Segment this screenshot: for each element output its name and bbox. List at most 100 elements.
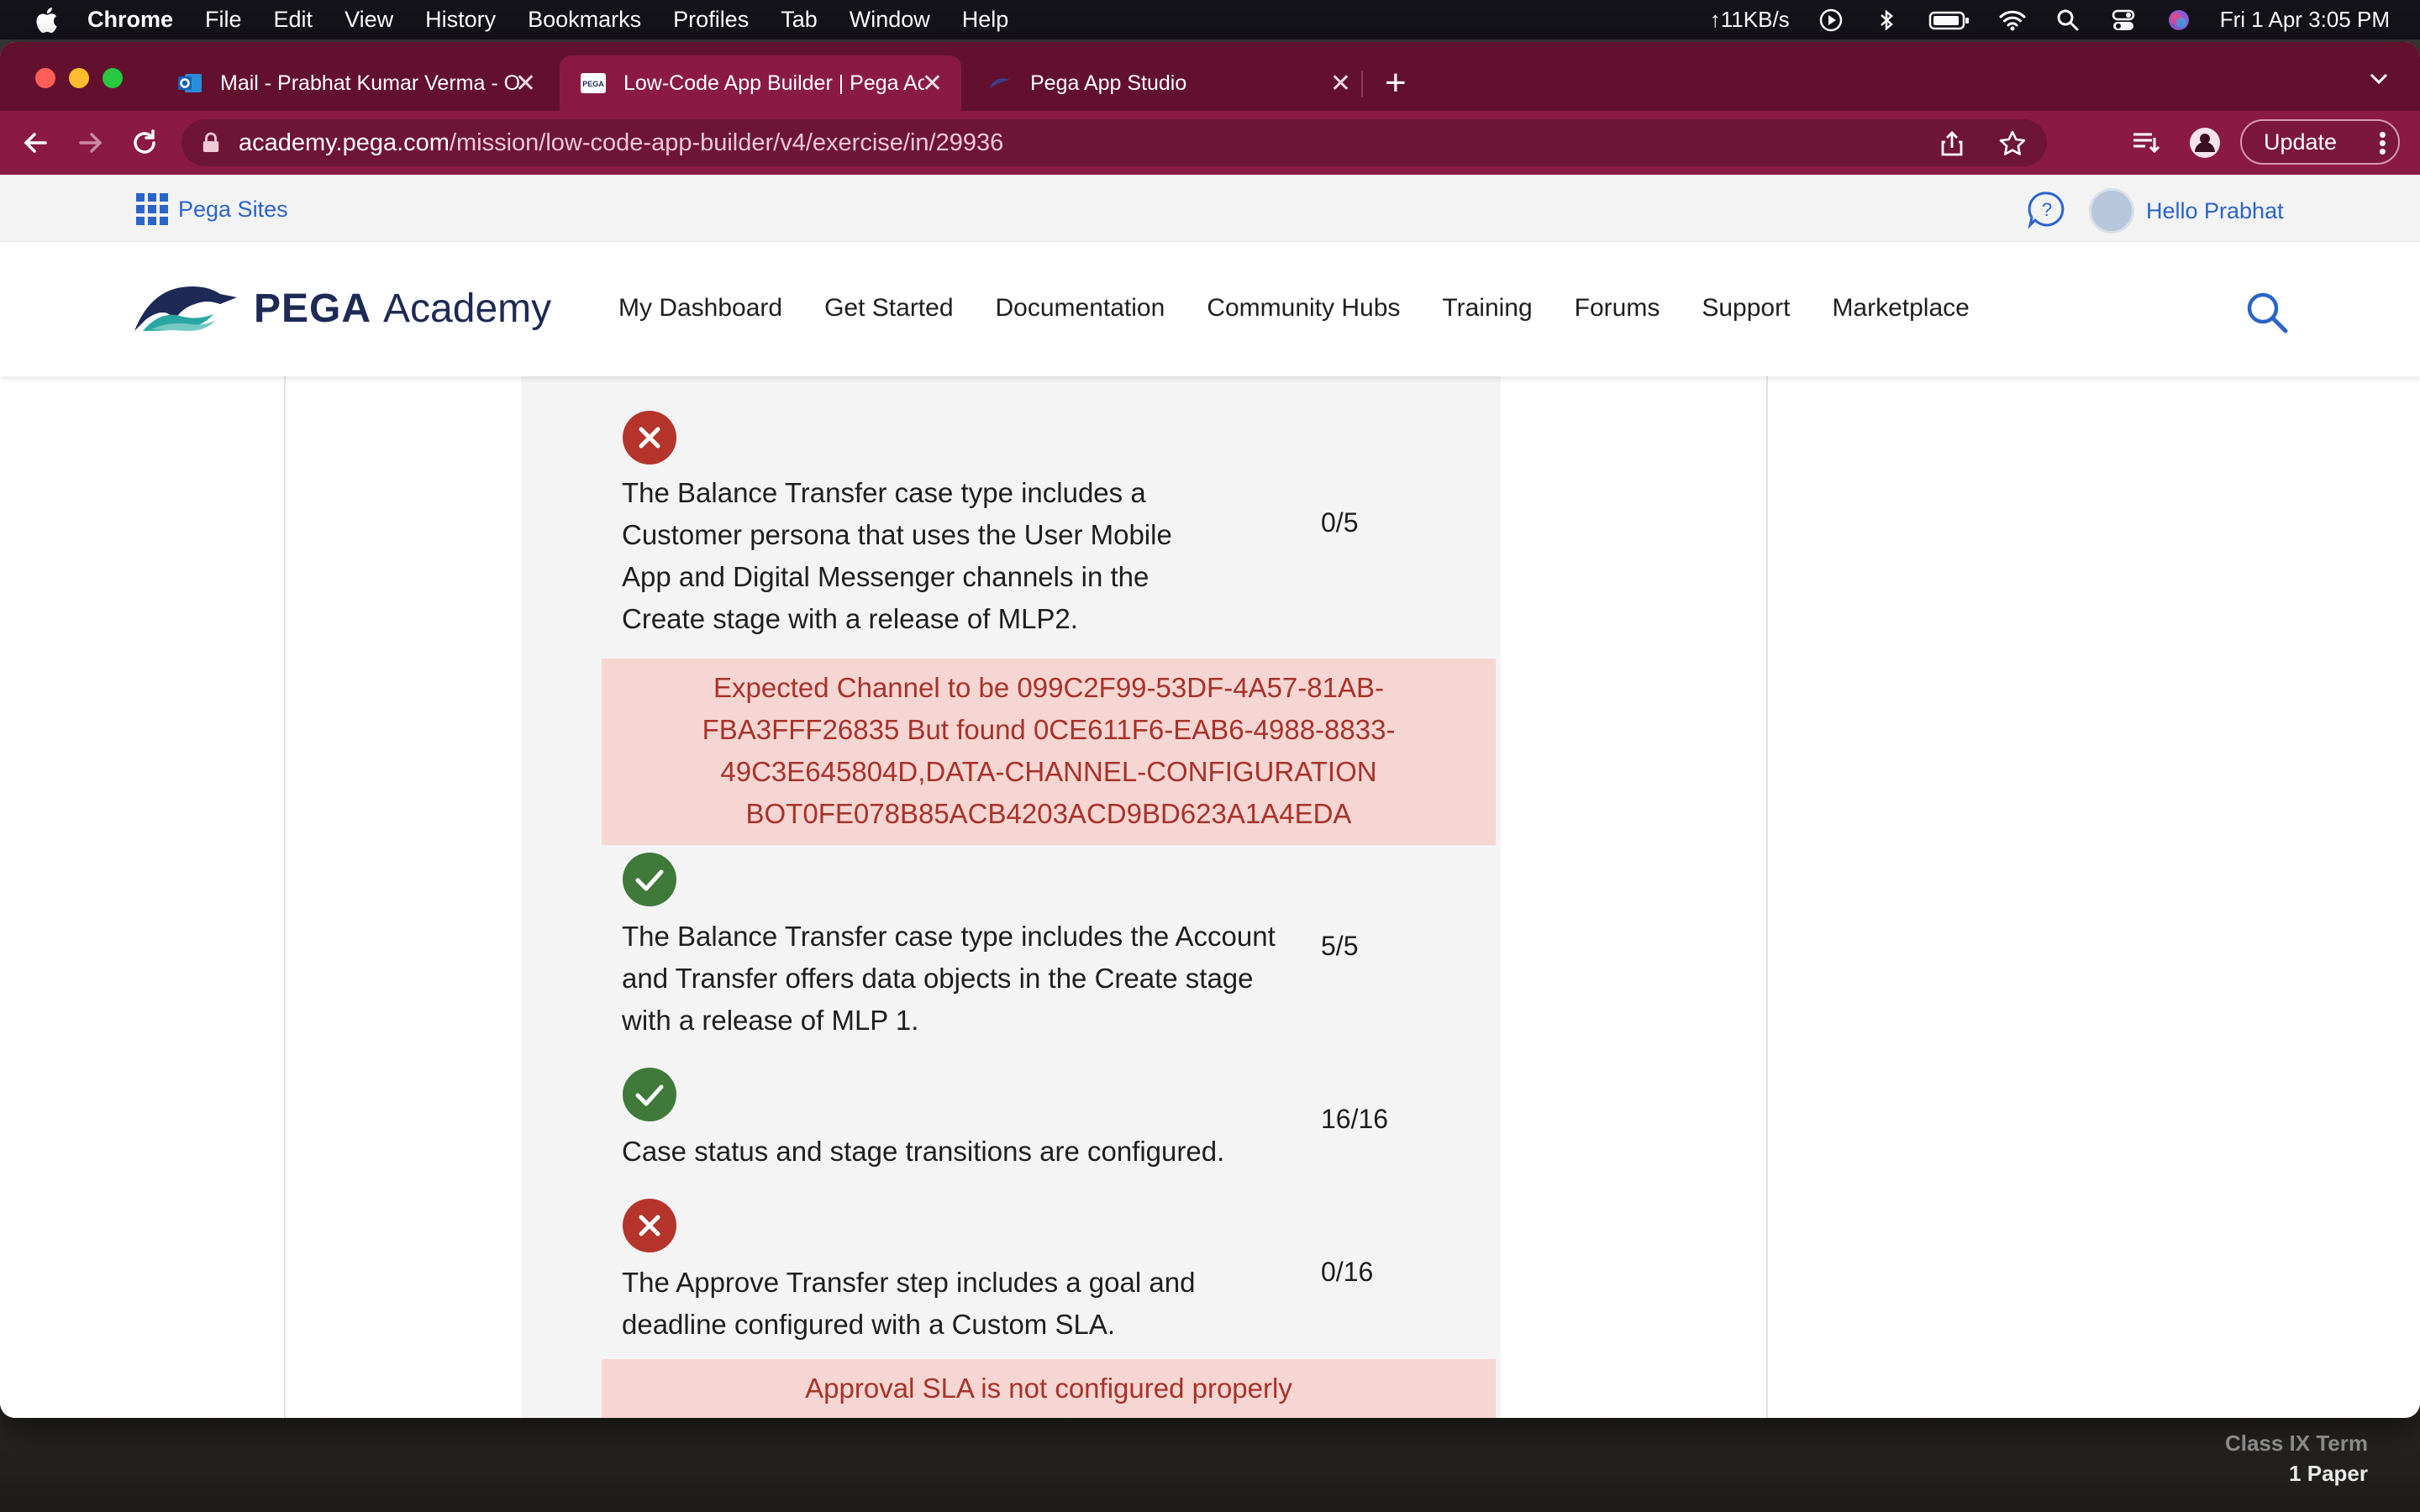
logo-pega-text: PEGA	[254, 286, 372, 331]
address-bar[interactable]: academy.pega.com/mission/low-code-app-bu…	[182, 119, 2047, 166]
network-speed: ↑11KB/s	[1709, 7, 1790, 32]
menubar-status-area: ↑11KB/s Fri 1 Apr 3:05 PM	[1710, 0, 2390, 39]
user-menu[interactable]: Hello Prabhat	[2089, 188, 2284, 234]
apple-menu-icon[interactable]	[34, 7, 59, 34]
pega-sites-link[interactable]: Pega Sites	[134, 192, 288, 227]
bluetooth-icon[interactable]	[1872, 8, 1901, 33]
hello-user-label: Hello Prabhat	[2146, 197, 2284, 223]
tab-title: Pega App Studio	[1030, 71, 1187, 95]
lock-icon[interactable]	[202, 132, 220, 154]
svg-text:PEGA: PEGA	[582, 80, 604, 88]
pass-check-icon	[623, 1068, 676, 1121]
url-text[interactable]: academy.pega.com/mission/low-code-app-bu…	[239, 129, 1003, 157]
menu-help[interactable]: Help	[962, 7, 1009, 33]
reload-icon[interactable]	[129, 128, 160, 158]
date-time[interactable]: Fri 1 Apr 3:05 PM	[2220, 7, 2390, 33]
nav-marketplace[interactable]: Marketplace	[1832, 294, 1969, 323]
nav-community-hubs[interactable]: Community Hubs	[1207, 294, 1400, 323]
menu-tab[interactable]: Tab	[781, 7, 818, 33]
tab-low-code-app-builder[interactable]: PEGA Low-Code App Builder | Pega Academy…	[560, 55, 961, 111]
menu-view[interactable]: View	[345, 7, 393, 33]
pega-utility-bar: Pega Sites ? Hello Prabhat	[0, 175, 2420, 242]
result-description: The Balance Transfer case type includes …	[622, 477, 1172, 634]
macos-menu-bar: Chrome File Edit View History Bookmarks …	[0, 0, 2420, 39]
pega-favicon-icon: PEGA	[581, 73, 606, 93]
error-message: Approval SLA is not configured properly	[602, 1359, 1496, 1418]
reading-list-icon[interactable]	[2129, 126, 2163, 160]
result-score: 16/16	[1321, 1104, 1389, 1134]
update-label: Update	[2264, 129, 2338, 155]
outlook-icon	[178, 74, 202, 92]
menu-chrome[interactable]: Chrome	[87, 7, 173, 33]
svg-text:?: ?	[2042, 199, 2052, 220]
fail-x-icon	[623, 411, 676, 465]
pass-check-icon	[623, 853, 676, 906]
menu-bookmarks[interactable]: Bookmarks	[528, 7, 641, 33]
fail-x-icon	[623, 1199, 676, 1252]
kebab-menu-icon[interactable]: • • •	[2379, 123, 2386, 162]
battery-icon[interactable]	[1928, 8, 1971, 33]
tab-pega-app-studio[interactable]: Pega App Studio ✕	[966, 55, 1370, 111]
nav-support[interactable]: Support	[1702, 294, 1790, 323]
main-navigation: My Dashboard Get Started Documentation C…	[618, 294, 1970, 323]
url-path: /mission/low-code-app-builder/v4/exercis…	[449, 129, 1004, 156]
result-score: 5/5	[1321, 931, 1359, 961]
nav-forums[interactable]: Forums	[1575, 294, 1660, 323]
avatar	[2089, 188, 2134, 234]
tab-strip: Mail - Prabhat Kumar Verma - Outlook ✕ P…	[0, 42, 2420, 111]
tab-search-chevron-icon[interactable]	[2368, 67, 2390, 89]
nav-get-started[interactable]: Get Started	[824, 294, 953, 323]
menu-history[interactable]: History	[425, 7, 496, 33]
menu-file[interactable]: File	[205, 7, 242, 33]
desktop-file-label[interactable]: Class IX Term 1 Paper	[2225, 1428, 2368, 1488]
result-description: The Balance Transfer case type includes …	[622, 921, 1276, 1036]
menu-window[interactable]: Window	[850, 7, 930, 33]
desktop-file-label-line1: Class IX Term	[2224, 1431, 2368, 1456]
error-message: Expected Channel to be 099C2F99-53DF-4A5…	[602, 659, 1496, 845]
result-score: 0/16	[1321, 1257, 1374, 1287]
help-icon[interactable]: ?	[2027, 190, 2067, 230]
play-icon[interactable]	[1817, 8, 1845, 33]
results-panel: The Balance Transfer case type includes …	[521, 376, 1501, 1418]
menu-edit[interactable]: Edit	[274, 7, 313, 33]
page-viewport: Pega Sites ? Hello Prabhat PEGA Academy …	[0, 175, 2420, 1418]
toolbar-extensions	[2129, 126, 2222, 160]
result-score: 0/5	[1321, 507, 1359, 538]
search-icon[interactable]	[2244, 289, 2291, 336]
desktop-file-label-line2: 1 Paper	[2289, 1461, 2368, 1486]
nav-documentation[interactable]: Documentation	[996, 294, 1165, 323]
wifi-icon[interactable]	[1998, 8, 2027, 33]
tab-title: Low-Code App Builder | Pega Academy	[623, 71, 924, 95]
close-tab-icon[interactable]: ✕	[922, 69, 943, 98]
pega-academy-logo[interactable]: PEGA Academy	[133, 282, 551, 334]
spotlight-search-icon[interactable]	[2054, 8, 2082, 33]
zoom-window-button[interactable]	[103, 68, 123, 88]
update-button[interactable]: Update • • •	[2240, 119, 2400, 165]
pega-logo-icon	[134, 286, 237, 331]
browser-toolbar: academy.pega.com/mission/low-code-app-bu…	[0, 111, 2420, 175]
forward-arrow-icon[interactable]	[76, 128, 106, 158]
bookmark-star-icon[interactable]	[1998, 129, 2027, 158]
share-icon[interactable]	[1938, 129, 1966, 158]
siri-icon[interactable]	[2165, 8, 2193, 33]
minimize-window-button[interactable]	[69, 68, 89, 88]
menu-profiles[interactable]: Profiles	[673, 7, 749, 33]
nav-my-dashboard[interactable]: My Dashboard	[618, 294, 782, 323]
omnibox-actions	[1938, 129, 2027, 158]
control-center-icon[interactable]	[2109, 8, 2138, 33]
url-domain: academy.pega.com	[239, 129, 450, 156]
tab-title: Mail - Prabhat Kumar Verma - Outlook	[220, 71, 519, 95]
app-studio-favicon-icon	[990, 78, 1010, 88]
result-description: Case status and stage transitions are co…	[622, 1136, 1225, 1167]
profile-avatar-icon[interactable]	[2188, 126, 2222, 160]
exercise-content: The Balance Transfer case type includes …	[284, 376, 1768, 1418]
back-arrow-icon[interactable]	[20, 128, 50, 158]
pega-sites-label: Pega Sites	[178, 196, 288, 222]
close-tab-icon[interactable]: ✕	[515, 69, 536, 98]
tab-mail[interactable]: Mail - Prabhat Kumar Verma - Outlook ✕	[156, 55, 555, 111]
close-window-button[interactable]	[35, 68, 55, 88]
logo-academy-text: Academy	[383, 286, 552, 331]
nav-training[interactable]: Training	[1442, 294, 1532, 323]
new-tab-button[interactable]: +	[1385, 62, 1407, 104]
close-tab-icon[interactable]: ✕	[1330, 69, 1351, 98]
